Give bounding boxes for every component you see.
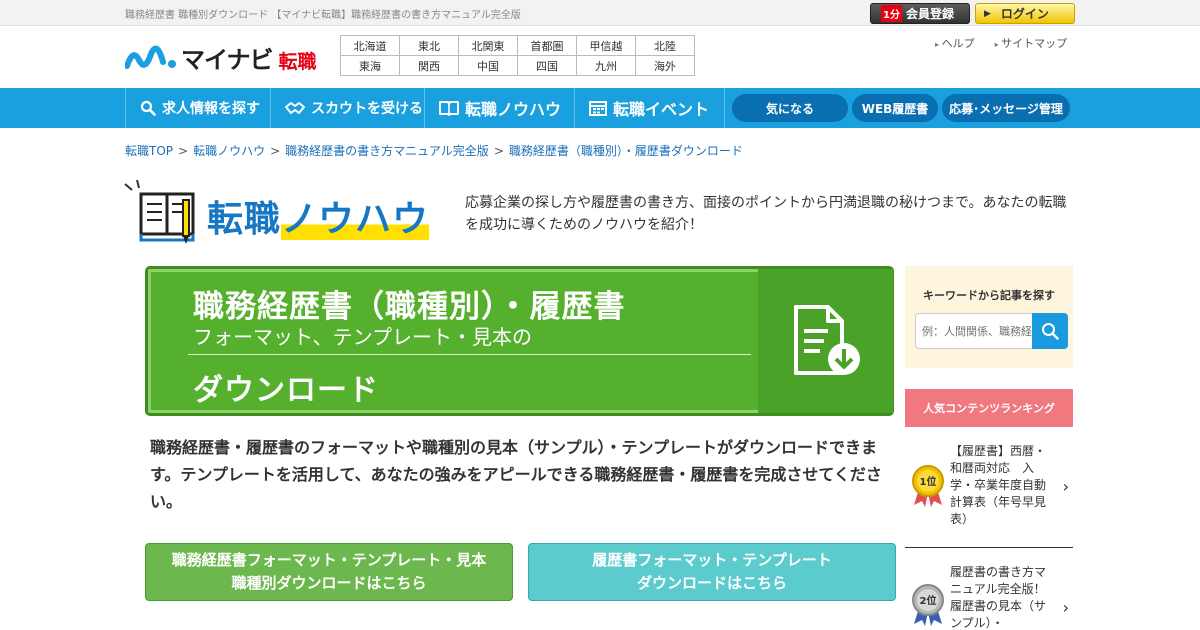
favorites-button[interactable]: 気になる [732, 94, 848, 122]
banner-title: 職務経歴書（職種別）・履歴書 [193, 289, 626, 325]
banner-download-text: ダウンロード [193, 373, 379, 408]
section-title-a: 転職 [207, 199, 282, 240]
login-label: ログイン [1000, 7, 1049, 21]
banner-divider [188, 354, 751, 355]
area-link[interactable]: 東海 [340, 55, 400, 76]
nav-scout[interactable]: スカウトを受ける [271, 88, 425, 128]
breadcrumb-separator: > [270, 144, 281, 158]
hero-banner: 職務経歴書（職種別）・履歴書 フォーマット、テンプレート・見本の ダウンロード [145, 266, 894, 416]
search-icon [140, 100, 156, 116]
open-book-pencil-icon [124, 180, 195, 244]
area-link[interactable]: 中国 [458, 55, 518, 76]
mynavi-logo-icon [125, 45, 176, 69]
main-nav: 求人情報を探す スカウトを受ける 転職ノウハウ 転職イベント 気になる WEB履… [0, 88, 1200, 128]
nav-job-search[interactable]: 求人情報を探す [125, 88, 271, 128]
search-heading: キーワードから記事を探す [923, 289, 1055, 302]
cv-format-download-button[interactable]: 履歴書フォーマット・テンプレート ダウンロードはこちら [528, 543, 896, 601]
sitemap-link[interactable]: サイトマップ [995, 35, 1067, 51]
ranking-heading: 人気コンテンツランキング [905, 389, 1073, 427]
web-resume-button[interactable]: WEB履歴書 [852, 94, 938, 122]
page-title-text: 職務経歴書 職種別ダウンロード 【マイナビ転職】職務経歴書の書き方マニュアル完全… [125, 10, 521, 21]
breadcrumb-link[interactable]: 職務経歴書の書き方マニュアル完全版 [285, 144, 489, 158]
document-download-icon [793, 305, 860, 375]
area-selector: 北海道 東北 北関東 首都圏 甲信越 北陸 東海 関西 中国 四国 九州 海外 [340, 35, 695, 76]
silver-medal-icon: 2位 [912, 584, 944, 626]
area-link[interactable]: 北陸 [635, 35, 695, 56]
search-submit-button[interactable] [1032, 313, 1068, 349]
area-link[interactable]: 北関東 [458, 35, 518, 56]
ranking-item[interactable]: 2位 履歴書の書き方マニュアル完全版！ 履歴書の見本（サンプル）・ › [905, 548, 1073, 630]
area-link[interactable]: 北海道 [340, 35, 400, 56]
nav-event[interactable]: 転職イベント [575, 88, 725, 128]
ranking-title: 履歴書の書き方マニュアル完全版！ 履歴書の見本（サンプル）・ [950, 565, 1058, 630]
search-icon [1042, 323, 1059, 340]
breadcrumb-separator: > [178, 144, 189, 158]
button-line: 履歴書フォーマット・テンプレート [592, 551, 832, 569]
register-label: 会員登録 [905, 7, 954, 21]
chevron-right-icon: › [1062, 598, 1069, 617]
area-link[interactable]: 首都圏 [517, 35, 577, 56]
login-button[interactable]: ▶ ログイン [975, 3, 1075, 24]
help-links: ヘルプ サイトマップ [935, 35, 1068, 51]
site-logo[interactable]: マイナビ 転職 [125, 40, 317, 75]
intro-text: 職務経歴書・履歴書のフォーマットや職種別の見本（サンプル）・テンプレートがダウン… [150, 438, 882, 511]
chevron-right-icon: › [1062, 477, 1069, 496]
help-link[interactable]: ヘルプ [935, 35, 975, 51]
breadcrumb-link[interactable]: 職務経歴書（職種別）・履歴書ダウンロード [509, 144, 743, 158]
nav-label: 求人情報を探す [162, 101, 260, 117]
calendar-icon [589, 101, 607, 116]
ranking-title: 【履歴書】西暦・和暦両対応 入学・卒業年度自動計算表（年号早見表） [950, 444, 1047, 526]
gold-medal-icon: 1位 [912, 465, 944, 507]
breadcrumb-separator: > [493, 144, 504, 158]
handshake-icon [285, 102, 305, 114]
application-messages-button[interactable]: 応募･メッセージ管理 [942, 94, 1070, 122]
area-link[interactable]: 甲信越 [576, 35, 636, 56]
breadcrumb: 転職TOP > 転職ノウハウ > 職務経歴書の書き方マニュアル完全版 > 職務経歴書（職種別… [125, 142, 743, 159]
chevron-right-icon: ▶ [984, 8, 991, 19]
area-row: 北海道 東北 北関東 首都圏 甲信越 北陸 [340, 35, 695, 56]
top-strip: 職務経歴書 職種別ダウンロード 【マイナビ転職】職務経歴書の書き方マニュアル完全… [0, 0, 1200, 26]
button-line: 職務経歴書フォーマット・テンプレート・見本 [171, 551, 487, 569]
keyword-search-input[interactable] [915, 313, 1033, 349]
nav-label: 転職イベント [613, 100, 710, 119]
area-link[interactable]: 四国 [517, 55, 577, 76]
banner-icon-area [758, 269, 893, 413]
medal-rank: 1位 [920, 475, 937, 488]
area-link[interactable]: 東北 [399, 35, 459, 56]
button-line: ダウンロードはこちら [636, 574, 787, 592]
book-icon [439, 101, 459, 116]
nav-knowhow[interactable]: 転職ノウハウ [425, 88, 575, 128]
nav-label: 転職ノウハウ [465, 100, 562, 119]
register-badge: 1分 [881, 5, 902, 22]
register-button[interactable]: 1分 会員登録 [870, 3, 970, 24]
breadcrumb-link[interactable]: 転職TOP [125, 144, 173, 158]
nav-label: スカウトを受ける [311, 101, 423, 117]
area-link[interactable]: 海外 [635, 55, 695, 76]
logo-main-text: マイナビ [181, 46, 274, 74]
resume-format-download-button[interactable]: 職務経歴書フォーマット・テンプレート・見本 職種別ダウンロードはこちら [145, 543, 513, 601]
button-line: 職種別ダウンロードはこちら [231, 574, 427, 592]
logo-sub-text: 転職 [278, 51, 317, 73]
keyword-search-box: キーワードから記事を探す [905, 266, 1073, 368]
section-description: 応募企業の探し方や履歴書の書き方、面接のポイントから円満退職の秘けつまで。あなた… [465, 195, 1067, 233]
section-title: 転職ノウハウ [207, 190, 430, 242]
area-link[interactable]: 関西 [399, 55, 459, 76]
breadcrumb-link[interactable]: 転職ノウハウ [193, 144, 265, 158]
section-title-b: ノウハウ [281, 199, 430, 240]
ranking-item[interactable]: 1位 【履歴書】西暦・和暦両対応 入学・卒業年度自動計算表（年号早見表） › [905, 427, 1073, 548]
medal-rank: 2位 [920, 594, 937, 607]
area-row: 東海 関西 中国 四国 九州 海外 [340, 55, 695, 76]
area-link[interactable]: 九州 [576, 55, 636, 76]
banner-subtitle: フォーマット、テンプレート・見本の [193, 325, 532, 349]
